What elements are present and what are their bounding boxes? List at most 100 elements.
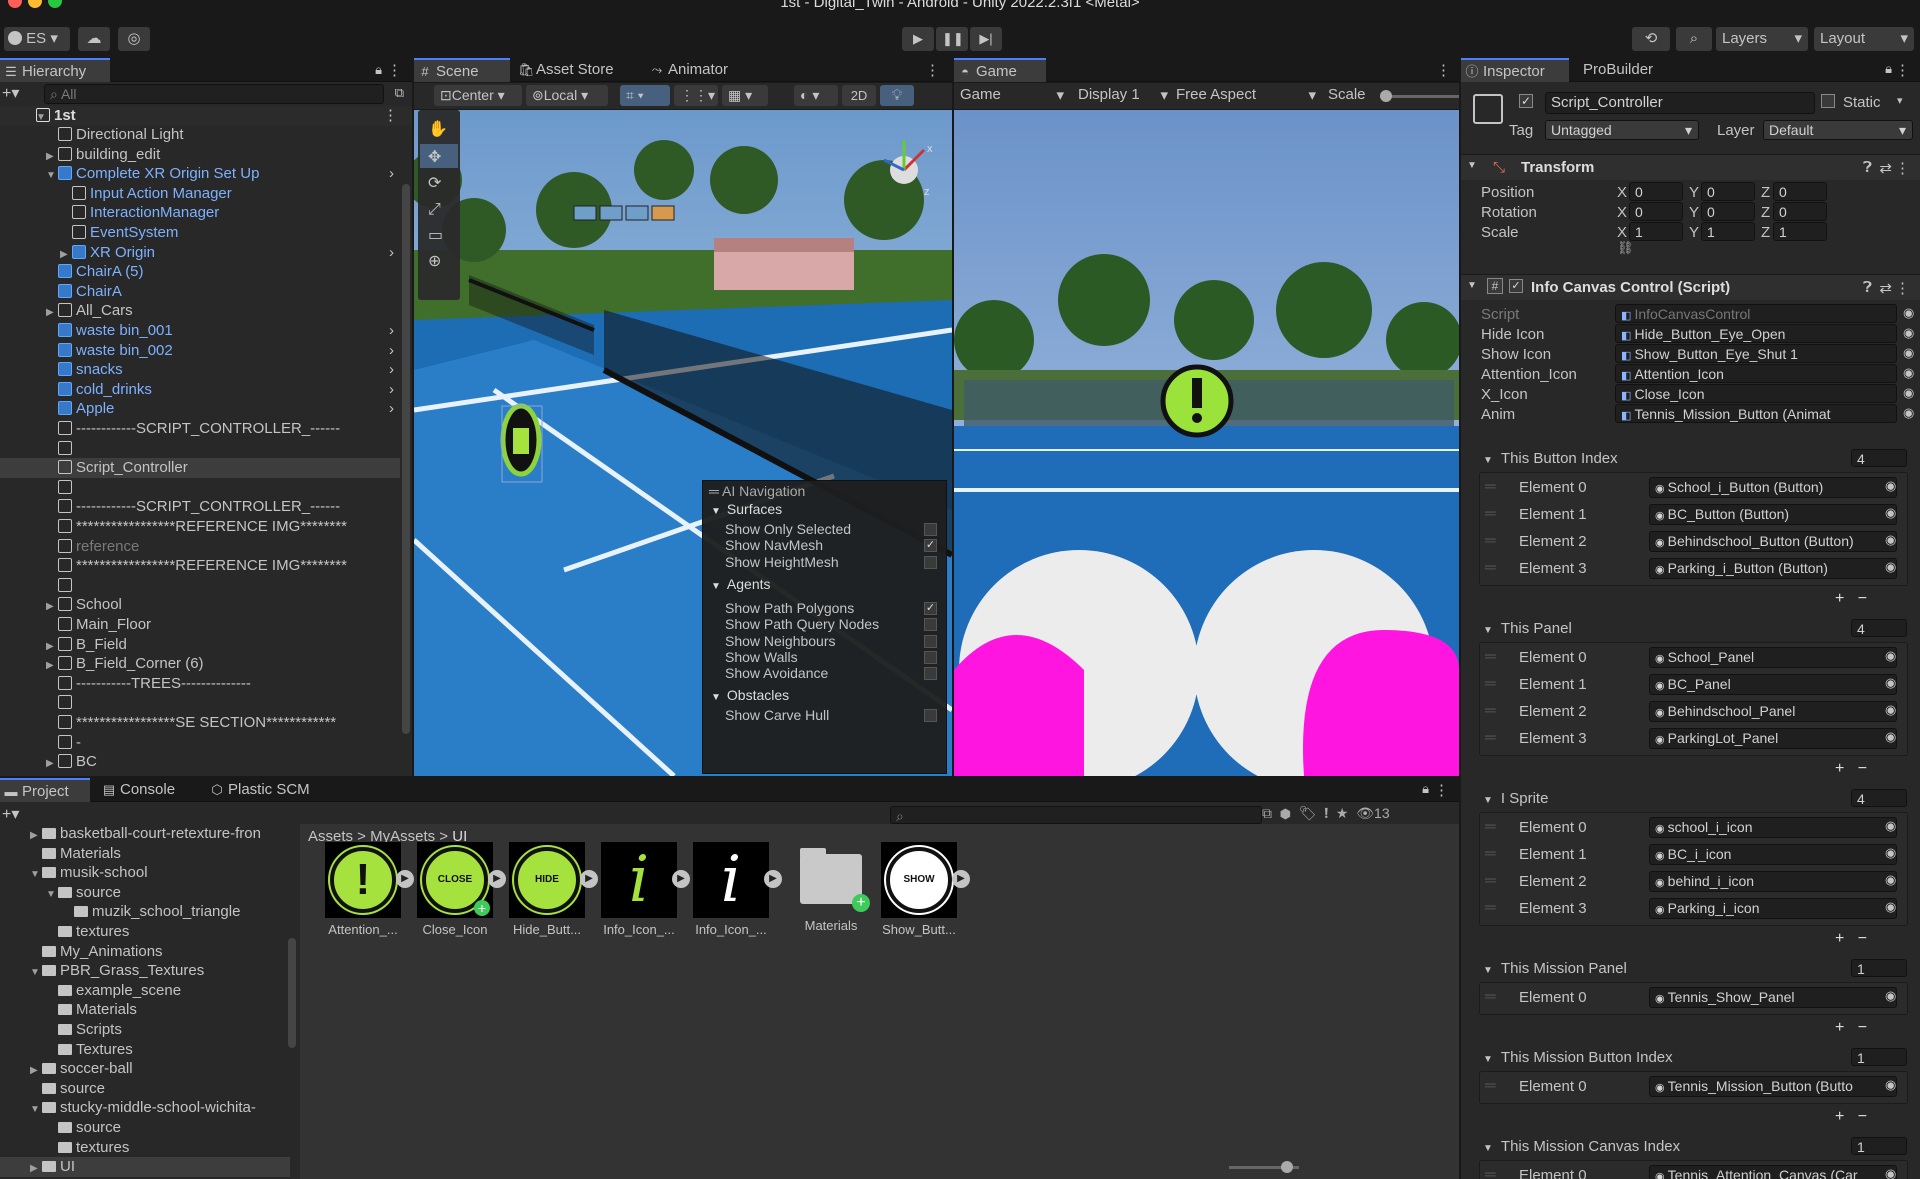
grid-visibility-button[interactable]: ▦ ▾ — [722, 85, 768, 106]
minimize-window-button[interactable] — [28, 0, 42, 8]
remove-element-button[interactable]: − — [1858, 590, 1867, 607]
toggle-checkbox[interactable] — [924, 650, 937, 664]
expand-sprite-arrow-icon[interactable]: ▶ — [952, 870, 970, 888]
open-prefab-icon[interactable]: › — [389, 341, 394, 361]
project-search-input[interactable]: ⌕ — [890, 806, 1262, 824]
object-picker-icon[interactable]: ◉ — [1885, 1166, 1896, 1179]
scene-menu-icon[interactable]: ⋮ — [925, 61, 940, 79]
hierarchy-item[interactable]: ChairA — [0, 282, 400, 302]
add-element-button[interactable]: + — [1835, 590, 1844, 607]
toggle-checkbox[interactable]: ✓ — [924, 539, 937, 553]
account-dropdown[interactable]: ES ▾ — [4, 27, 70, 51]
folder-tree-item[interactable]: source — [0, 1118, 290, 1138]
overlay-toggle-row[interactable]: Show Path Query Nodes — [725, 616, 943, 632]
hierarchy-item[interactable]: ------------SCRIPT_CONTROLLER_------ — [0, 419, 400, 439]
overlay-toggle-row[interactable]: Show HeightMesh — [725, 554, 943, 570]
object-picker-icon[interactable]: ◉ — [1885, 478, 1896, 494]
snap-increment-button[interactable]: ⋮⋮▾ — [674, 85, 718, 106]
grid-snap-toggle[interactable]: ⌗ ▾ — [620, 85, 670, 106]
object-field[interactable]: ◉ BC_Panel — [1649, 674, 1897, 695]
scene-menu-icon[interactable]: ⋮ — [383, 106, 398, 126]
reorder-handle-icon[interactable]: ═ — [1485, 899, 1496, 916]
project-menu-icon[interactable]: ⋮ — [1434, 781, 1449, 799]
list-header[interactable]: ▼ This Button Index — [1483, 450, 1903, 468]
close-window-button[interactable] — [8, 0, 22, 8]
object-field[interactable]: ◉ Tennis_Show_Panel — [1649, 987, 1897, 1008]
list-header[interactable]: ▼ This Panel — [1483, 620, 1903, 638]
add-element-button[interactable]: + — [1835, 1108, 1844, 1125]
object-field[interactable]: ◉ Parking_i_Button (Button) — [1649, 558, 1897, 579]
folder-tree-item[interactable]: ▶ soccer-ball — [0, 1059, 290, 1079]
open-prefab-icon[interactable]: › — [389, 380, 394, 400]
overlay-toggle-row[interactable]: Show Only Selected — [725, 521, 943, 537]
object-field[interactable]: ◧ InfoCanvasControl — [1615, 304, 1897, 323]
asset-item[interactable]: SHOW Show_Butt... ▶ — [878, 842, 970, 937]
icon-size-slider[interactable] — [1229, 1161, 1299, 1173]
hierarchy-item[interactable]: cold_drinks › — [0, 380, 400, 400]
tag-dropdown[interactable]: Untagged ▾ — [1545, 120, 1699, 140]
object-picker-icon[interactable]: ◉ — [1885, 845, 1896, 861]
object-field[interactable]: ◉ Behindschool_Panel — [1649, 701, 1897, 722]
transform-y-field[interactable]: 0 — [1701, 182, 1755, 201]
toggle-checkbox[interactable]: ✓ — [924, 601, 937, 615]
preset-icon[interactable]: ⇄ — [1879, 159, 1892, 177]
hierarchy-item[interactable]: EventSystem — [0, 223, 400, 243]
cloud-icon[interactable]: ☁ — [78, 27, 110, 51]
folder-tree-item[interactable]: Textures — [0, 1040, 290, 1060]
folder-tree-item[interactable]: ▶ UI — [0, 1157, 290, 1177]
create-asset-button[interactable]: +▾ — [2, 804, 19, 824]
object-picker-icon[interactable]: ◉ — [1885, 559, 1896, 575]
tab-plastic-scm[interactable]: ⬡ Plastic SCM — [206, 778, 330, 802]
open-prefab-icon[interactable]: › — [389, 360, 394, 380]
asset-item[interactable]: i Info_Icon_... ▶ — [690, 842, 782, 937]
overlay-toggle-row[interactable]: Show NavMesh ✓ — [725, 537, 943, 553]
object-picker-icon[interactable]: ◉ — [1885, 988, 1896, 1004]
object-picker-icon[interactable]: ◉ — [1885, 675, 1896, 691]
inspector-menu-icon[interactable]: ⋮ — [1895, 61, 1910, 79]
static-dropdown-icon[interactable]: ▾ — [1897, 94, 1903, 107]
object-picker-icon[interactable]: ◉ — [1885, 818, 1896, 834]
expand-sprite-arrow-icon[interactable]: ▶ — [672, 870, 690, 888]
reorder-handle-icon[interactable]: ═ — [1485, 872, 1496, 889]
list-header[interactable]: ▼ This Mission Panel — [1483, 960, 1903, 978]
static-checkbox[interactable] — [1821, 94, 1835, 108]
collapsed-arrow-icon[interactable]: ▶ — [30, 1159, 42, 1179]
asset-item[interactable]: ! Attention_... ▶ — [322, 842, 414, 937]
hierarchy-item[interactable] — [0, 478, 400, 498]
folder-tree-item[interactable]: textures — [0, 922, 290, 942]
toggle-checkbox[interactable] — [924, 618, 937, 632]
hierarchy-item[interactable] — [0, 439, 400, 459]
reorder-handle-icon[interactable]: ═ — [1485, 675, 1496, 692]
folder-tree-item[interactable]: ▼ source — [0, 883, 290, 903]
history-icon[interactable]: ⟲ — [1632, 27, 1670, 51]
space-dropdown[interactable]: ⊚Local ▾ — [526, 85, 608, 106]
tag-icon[interactable]: 🏷︎ — [1299, 805, 1317, 821]
reorder-handle-icon[interactable]: ═ — [1485, 988, 1496, 1005]
remove-element-button[interactable]: − — [1858, 1019, 1867, 1036]
hierarchy-item[interactable]: *****************REFERENCE IMG******** — [0, 556, 400, 576]
toggle-checkbox[interactable] — [924, 555, 937, 569]
warning-icon[interactable]: ❗︎ — [1324, 805, 1328, 821]
expand-sprite-arrow-icon[interactable]: ▶ — [488, 870, 506, 888]
object-picker-icon[interactable]: ◉ — [1885, 532, 1896, 548]
hierarchy-item[interactable]: ▶ B_Field_Corner (6) — [0, 654, 400, 674]
object-field[interactable]: ◉ School_Panel — [1649, 647, 1897, 668]
search-icon[interactable]: ⌕ — [1676, 27, 1712, 51]
folder-tree-item[interactable]: example_scene — [0, 981, 290, 1001]
object-picker-icon[interactable]: ◉ — [1885, 505, 1896, 521]
step-button[interactable]: ▶| — [970, 27, 1002, 51]
object-picker-icon[interactable]: ◉ — [1885, 1077, 1896, 1093]
collapsed-arrow-icon[interactable]: ▶ — [46, 754, 58, 774]
scene-picker-icon[interactable]: ⧉ — [395, 85, 404, 101]
overlay-section-header[interactable]: ▼ Obstacles — [711, 687, 789, 703]
list-header[interactable]: ▼ I Sprite — [1483, 790, 1903, 808]
overlay-toggle-row[interactable]: Show Path Polygons ✓ — [725, 600, 943, 616]
reorder-handle-icon[interactable]: ═ — [1485, 478, 1496, 495]
reorder-handle-icon[interactable]: ═ — [1485, 1166, 1496, 1179]
layout-dropdown[interactable]: Layout ▾ — [1814, 27, 1914, 51]
overlay-section-header[interactable]: ▼ Agents — [711, 576, 771, 592]
expand-sprite-arrow-icon[interactable]: ▶ — [580, 870, 598, 888]
hierarchy-item[interactable]: ▶ School — [0, 595, 400, 615]
tab-project[interactable]: ▬ Project — [0, 778, 90, 802]
transform-x-field[interactable]: 0 — [1629, 182, 1683, 201]
